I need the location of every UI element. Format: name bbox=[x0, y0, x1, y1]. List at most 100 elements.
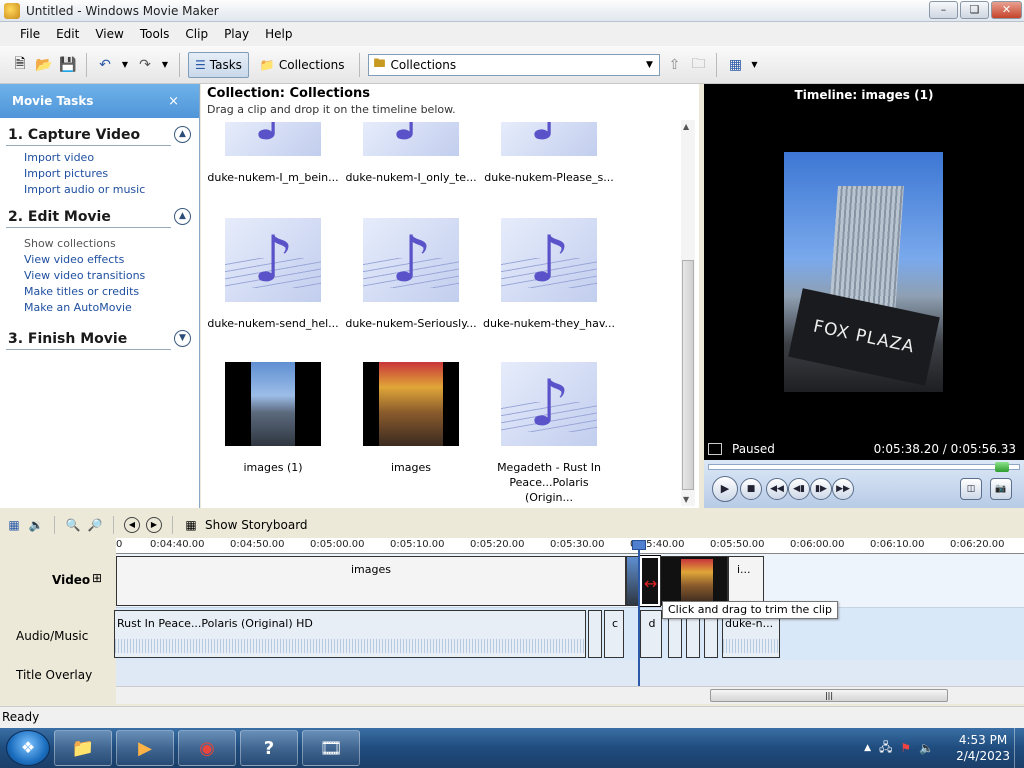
close-button[interactable]: ✕ bbox=[991, 1, 1022, 19]
views-icon[interactable]: ▦ bbox=[725, 55, 745, 75]
audio-levels-icon[interactable]: 🔉 bbox=[28, 517, 44, 533]
collection-scrollbar[interactable]: ▲ ▼ bbox=[681, 120, 695, 506]
movie-maker-app-icon bbox=[4, 2, 20, 19]
split-clip-icon[interactable]: ◫ bbox=[960, 478, 982, 500]
start-button[interactable]: ❖ bbox=[6, 730, 50, 766]
new-folder-icon[interactable]: 🗀 bbox=[688, 55, 708, 75]
play-timeline-icon[interactable]: ▶ bbox=[146, 517, 162, 533]
previous-frame-icon[interactable]: ◀◀ bbox=[766, 478, 788, 500]
ruler-tick: 0 bbox=[116, 539, 123, 550]
storyboard-view-icon[interactable]: ▦ bbox=[6, 517, 22, 533]
timeline-ruler[interactable]: 0 0:04:40.00 0:04:50.00 0:05:00.00 0:05:… bbox=[116, 538, 1024, 554]
file-explorer-taskbar-icon[interactable]: 📁 bbox=[54, 730, 112, 766]
media-player-taskbar-icon[interactable]: ▶ bbox=[116, 730, 174, 766]
collections-button[interactable]: 📁 Collections bbox=[253, 52, 352, 78]
make-automovie-link[interactable]: Make an AutoMovie bbox=[24, 300, 199, 316]
volume-icon[interactable]: 🔈 bbox=[919, 741, 934, 755]
network-icon[interactable]: 🖧 bbox=[879, 738, 892, 759]
view-video-effects-link[interactable]: View video effects bbox=[24, 252, 199, 268]
minimize-button[interactable]: – bbox=[929, 1, 958, 19]
undo-dropdown-icon[interactable]: ▼ bbox=[119, 55, 131, 75]
video-clip-images[interactable]: images bbox=[116, 556, 626, 606]
show-storyboard-button[interactable]: Show Storyboard bbox=[205, 518, 308, 532]
import-pictures-link[interactable]: Import pictures bbox=[24, 166, 199, 182]
video-clip-cover[interactable] bbox=[660, 556, 728, 606]
menu-clip[interactable]: Clip bbox=[177, 27, 216, 41]
collection-item[interactable]: ♪ duke-nukem-Please_s... bbox=[481, 122, 617, 185]
clock[interactable]: 4:53 PM 2/4/2023 bbox=[956, 732, 1010, 764]
scroll-down-icon[interactable]: ▼ bbox=[683, 495, 689, 504]
forward-icon[interactable]: ▮▶ bbox=[810, 478, 832, 500]
chevron-up-icon[interactable]: ▲ bbox=[174, 126, 191, 143]
audio-clip-c[interactable]: c bbox=[604, 610, 624, 658]
redo-dropdown-icon[interactable]: ▼ bbox=[159, 55, 171, 75]
playhead-knob[interactable] bbox=[632, 540, 646, 550]
maximize-button[interactable]: ❏ bbox=[960, 1, 989, 19]
make-titles-link[interactable]: Make titles or credits bbox=[24, 284, 199, 300]
import-audio-link[interactable]: Import audio or music bbox=[24, 182, 199, 198]
scroll-up-icon[interactable]: ▲ bbox=[683, 122, 689, 131]
rewind-icon[interactable]: ◀▮ bbox=[788, 478, 810, 500]
audio-clip-small[interactable] bbox=[588, 610, 602, 658]
show-hidden-icons-icon[interactable]: ▲ bbox=[864, 743, 871, 753]
stop-icon[interactable]: ■ bbox=[740, 478, 762, 500]
collection-item[interactable]: ♪ duke-nukem-I_m_bein... bbox=[205, 122, 341, 185]
next-frame-icon[interactable]: ▶▶ bbox=[832, 478, 854, 500]
audio-track[interactable]: Rust In Peace...Polaris (Original) HD c … bbox=[114, 608, 1024, 660]
zoom-out-icon[interactable]: 🔎 bbox=[87, 517, 103, 533]
collection-item[interactable]: ♪ Megadeth - Rust In Peace...Polaris (Or… bbox=[481, 362, 617, 505]
undo-icon[interactable]: ↶ bbox=[95, 55, 115, 75]
finish-movie-title: 3. Finish Movie bbox=[8, 331, 128, 347]
menu-edit[interactable]: Edit bbox=[48, 27, 87, 41]
tasks-button[interactable]: ☰ Tasks bbox=[188, 51, 249, 78]
trim-handle-icon[interactable]: ↔ bbox=[644, 574, 657, 593]
edit-movie-section[interactable]: 2. Edit Movie ▲ bbox=[6, 206, 191, 228]
playhead[interactable] bbox=[632, 540, 646, 686]
video-track[interactable]: images i... ↔ bbox=[116, 554, 1024, 608]
menu-view[interactable]: View bbox=[87, 27, 131, 41]
timeline-scrollbar[interactable]: ||| bbox=[116, 686, 1024, 704]
take-picture-icon[interactable]: 📷 bbox=[990, 478, 1012, 500]
finish-movie-section[interactable]: 3. Finish Movie ▼ bbox=[6, 328, 191, 350]
chrome-taskbar-icon[interactable]: ◉ bbox=[178, 730, 236, 766]
title-overlay-track[interactable] bbox=[116, 660, 1024, 686]
views-dropdown-icon[interactable]: ▼ bbox=[749, 55, 759, 75]
collection-item[interactable]: ♪ duke-nukem-send_hel... bbox=[205, 218, 341, 331]
menu-file[interactable]: File bbox=[12, 27, 48, 41]
zoom-in-icon[interactable]: 🔍 bbox=[65, 517, 81, 533]
rewind-timeline-icon[interactable]: ◀ bbox=[124, 517, 140, 533]
redo-icon[interactable]: ↷ bbox=[135, 55, 155, 75]
collection-item[interactable]: ♪ duke-nukem-they_hav... bbox=[481, 218, 617, 331]
collection-item[interactable]: images (1) bbox=[205, 362, 341, 475]
collection-item[interactable]: images bbox=[343, 362, 479, 475]
import-video-link[interactable]: Import video bbox=[24, 150, 199, 166]
open-project-icon[interactable]: 📂 bbox=[34, 55, 54, 75]
show-desktop-button[interactable] bbox=[1014, 728, 1024, 768]
video-clip-end[interactable]: i... bbox=[728, 556, 764, 606]
collections-combo[interactable]: 🖿 Collections ▼ bbox=[368, 53, 661, 76]
chevron-down-icon[interactable]: ▼ bbox=[174, 330, 191, 347]
menu-tools[interactable]: Tools bbox=[132, 27, 178, 41]
audio-clip-main[interactable]: Rust In Peace...Polaris (Original) HD bbox=[114, 610, 586, 658]
collection-item[interactable]: ♪ duke-nukem-I_only_te... bbox=[343, 122, 479, 185]
expand-track-icon[interactable]: ⊞ bbox=[92, 571, 102, 585]
movie-maker-taskbar-icon[interactable]: 🎞 bbox=[302, 730, 360, 766]
play-icon[interactable]: ▶ bbox=[712, 476, 738, 502]
seek-thumb[interactable] bbox=[995, 462, 1009, 472]
new-project-icon[interactable]: 🗎 bbox=[10, 55, 30, 75]
action-center-icon[interactable]: ⚑ bbox=[900, 741, 911, 755]
seek-bar[interactable] bbox=[708, 462, 1020, 472]
help-taskbar-icon[interactable]: ? bbox=[240, 730, 298, 766]
up-level-icon[interactable]: ⇧ bbox=[664, 55, 684, 75]
scroll-thumb[interactable] bbox=[682, 260, 694, 490]
view-video-transitions-link[interactable]: View video transitions bbox=[24, 268, 199, 284]
save-project-icon[interactable]: 💾 bbox=[58, 55, 78, 75]
menu-help[interactable]: Help bbox=[257, 27, 300, 41]
timeline-scroll-thumb[interactable]: ||| bbox=[710, 689, 948, 702]
collection-item[interactable]: ♪ duke-nukem-Seriously... bbox=[343, 218, 479, 331]
close-tasks-icon[interactable]: × bbox=[168, 94, 179, 109]
chevron-up-icon[interactable]: ▲ bbox=[174, 208, 191, 225]
audio-clip-d[interactable]: d bbox=[640, 610, 662, 658]
capture-video-section[interactable]: 1. Capture Video ▲ bbox=[6, 124, 191, 146]
menu-play[interactable]: Play bbox=[216, 27, 257, 41]
